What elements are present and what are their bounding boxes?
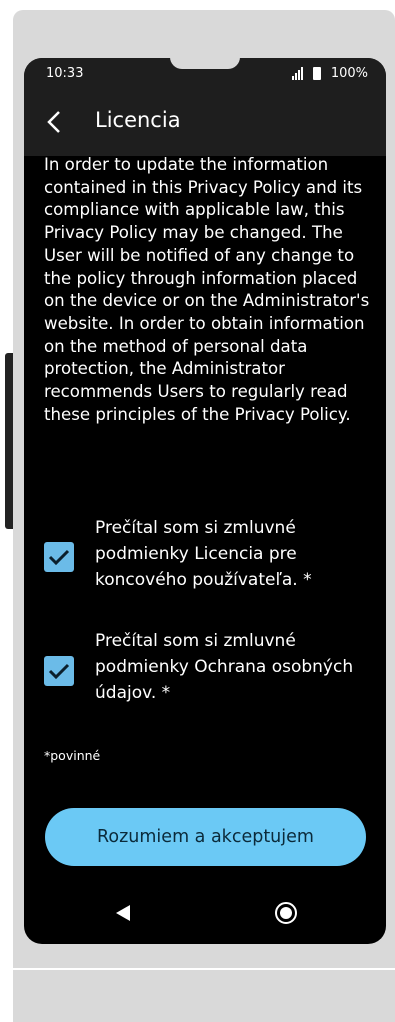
circle-home-icon[interactable] bbox=[274, 901, 298, 925]
accept-button[interactable]: Rozumiem a akceptujem bbox=[45, 808, 366, 866]
status-indicators: 100% bbox=[291, 66, 368, 81]
phone-screen: 10:33 100% Licencia In order to update t… bbox=[24, 58, 386, 944]
battery-percent: 100% bbox=[330, 66, 368, 81]
required-note: *povinné bbox=[44, 748, 101, 763]
side-button[interactable] bbox=[5, 353, 13, 529]
policy-text: In order to update the information conta… bbox=[44, 155, 370, 424]
status-time: 10:33 bbox=[46, 66, 84, 81]
signal-icon bbox=[291, 66, 303, 80]
triangle-back-icon[interactable] bbox=[114, 903, 132, 923]
license-consent-label: Prečítal som si zmluvné podmienky Licenc… bbox=[95, 518, 312, 590]
consent-row-privacy[interactable]: Prečítal som si zmluvné podmienky Ochran… bbox=[44, 628, 364, 718]
app-bar: Licencia bbox=[24, 88, 386, 156]
consent-row-license[interactable]: Prečítal som si zmluvné podmienky Licenc… bbox=[44, 515, 364, 605]
frame-divider bbox=[13, 968, 395, 970]
chevron-left-icon[interactable] bbox=[42, 108, 66, 136]
battery-icon bbox=[312, 67, 321, 80]
privacy-consent-label: Prečítal som si zmluvné podmienky Ochran… bbox=[95, 631, 354, 703]
camera-notch bbox=[170, 57, 240, 69]
check-icon bbox=[48, 663, 70, 680]
license-checkbox[interactable] bbox=[44, 542, 74, 572]
privacy-checkbox[interactable] bbox=[44, 656, 74, 686]
check-icon bbox=[48, 549, 70, 566]
page-title: Licencia bbox=[95, 108, 181, 132]
